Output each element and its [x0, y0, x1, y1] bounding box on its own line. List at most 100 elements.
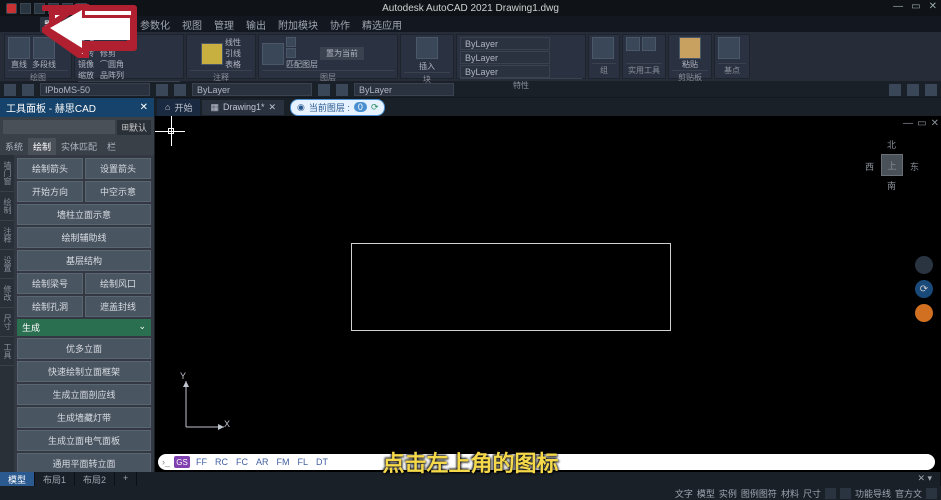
ptab-draw[interactable]: 绘制 — [28, 138, 56, 155]
btn-beam[interactable]: 绘制梁号 — [17, 273, 83, 294]
modify-array[interactable]: 品阵列 — [100, 70, 124, 81]
cmd-opt-ar[interactable]: AR — [254, 457, 271, 467]
cmd-opt-fc[interactable]: FC — [234, 457, 250, 467]
layer-on-icon[interactable] — [286, 37, 296, 47]
btn-base-struct[interactable]: 基层结构 — [17, 250, 151, 271]
layer-props-icon[interactable] — [262, 43, 284, 65]
status-material[interactable]: 材料 — [781, 487, 799, 500]
status-dim[interactable]: 尺寸 — [803, 487, 821, 500]
cmd-opt-fm[interactable]: FM — [275, 457, 292, 467]
tab-model[interactable]: 模型 — [0, 472, 35, 486]
maximize-icon[interactable]: ▭ — [911, 1, 920, 12]
modify-fillet[interactable]: ⌒圆角 — [100, 59, 124, 70]
side-anno[interactable]: 注释 — [0, 221, 14, 250]
btn-wall-elev[interactable]: 墙柱立面示意 — [17, 204, 151, 225]
tab-drawing1[interactable]: ▦ Drawing1* ✕ — [202, 100, 284, 115]
app-icon[interactable] — [6, 3, 17, 14]
side-wall[interactable]: 墙门窗 — [0, 155, 14, 192]
ptab-match[interactable]: 实体匹配 — [56, 138, 102, 155]
linetype-dropdown[interactable]: ByLayer — [460, 51, 550, 64]
layer-match[interactable]: 匹配图层 — [286, 59, 318, 70]
btn-gen-5[interactable]: 通用平面转立面 — [17, 453, 151, 474]
vp-max-icon[interactable]: ▭ — [917, 118, 926, 129]
drawing-viewport[interactable]: — ▭ ✕ X Y 北 南 东 西 — [155, 116, 941, 486]
table-label[interactable]: 表格 — [225, 59, 241, 70]
viewcube-top[interactable]: 上 — [881, 154, 903, 176]
close-icon[interactable]: ✕ — [929, 1, 937, 12]
tab-addins[interactable]: 附加模块 — [274, 17, 322, 32]
status-icon-3[interactable] — [926, 488, 937, 499]
lineweight-dropdown[interactable]: ByLayer — [460, 65, 550, 78]
cmd-opt-rc[interactable]: RC — [213, 457, 230, 467]
prop-icon-1[interactable] — [4, 84, 16, 96]
cmd-opt-dt[interactable]: DT — [314, 457, 330, 467]
floor-badge[interactable]: ◉ 当前图层 : 0 ⟳ — [290, 99, 385, 116]
minimize-icon[interactable]: — — [893, 1, 903, 12]
text-icon[interactable] — [201, 43, 223, 65]
refresh-icon[interactable]: ⟳ — [371, 102, 379, 113]
tab-add-icon[interactable]: + — [115, 472, 137, 486]
prop-icon-6[interactable] — [336, 84, 348, 96]
color-dropdown[interactable]: ByLayer — [460, 37, 550, 50]
status-icon-1[interactable] — [825, 488, 836, 499]
btn-dir-start[interactable]: 开始方向 — [17, 181, 83, 202]
nav-compass-icon[interactable]: ⟳ — [915, 280, 933, 298]
prop-end-3[interactable] — [925, 84, 937, 96]
side-mod[interactable]: 修改 — [0, 279, 14, 308]
side-tool[interactable]: 工具 — [0, 337, 14, 366]
vc-north[interactable]: 北 — [887, 138, 896, 151]
cmd-opt-ff[interactable]: FF — [194, 457, 209, 467]
status-model[interactable]: 模型 — [697, 487, 715, 500]
status-legend[interactable]: 图例图符 — [741, 487, 777, 500]
tab-view[interactable]: 视图 — [178, 17, 206, 32]
modify-scale[interactable]: 缩放 — [78, 70, 94, 81]
status-official[interactable]: 官方文 — [895, 487, 922, 500]
prop-icon-4[interactable] — [174, 84, 186, 96]
prop-end-1[interactable] — [889, 84, 901, 96]
prop-icon-5[interactable] — [318, 84, 330, 96]
side-dim[interactable]: 尺寸 — [0, 308, 14, 337]
color-dropdown-2[interactable]: ByLayer — [354, 83, 454, 96]
paste-icon[interactable] — [679, 37, 701, 59]
btn-vent[interactable]: 绘制风口 — [85, 273, 151, 294]
status-func[interactable]: 功能导线 — [855, 487, 891, 500]
nav-orbit-icon[interactable] — [915, 304, 933, 322]
calc-icon[interactable] — [642, 37, 656, 51]
status-inst[interactable]: 实例 — [719, 487, 737, 500]
tab-output[interactable]: 输出 — [242, 17, 270, 32]
btn-gen-0[interactable]: 优多立面 — [17, 338, 151, 359]
palette-close-icon[interactable]: ✕ — [140, 102, 148, 113]
btn-arrow-draw[interactable]: 绘制箭头 — [17, 158, 83, 179]
side-draw[interactable]: 绘制 — [0, 192, 14, 221]
tab-manage[interactable]: 管理 — [210, 17, 238, 32]
prop-icon-2[interactable] — [22, 84, 34, 96]
viewcube[interactable]: 北 南 东 西 上 — [863, 136, 921, 194]
vc-south[interactable]: 南 — [887, 179, 896, 192]
group-icon[interactable] — [592, 37, 614, 59]
line-icon[interactable] — [8, 37, 30, 59]
btn-aux-line[interactable]: 绘制辅助线 — [17, 227, 151, 248]
modify-mirror[interactable]: 镜像 — [78, 59, 94, 70]
ptab-col[interactable]: 栏 — [102, 138, 121, 155]
btn-gen-2[interactable]: 生成立面剖应线 — [17, 384, 151, 405]
vp-close-icon[interactable]: ✕ — [931, 118, 939, 129]
btn-hollow[interactable]: 中空示意 — [85, 181, 151, 202]
btn-cover[interactable]: 遮盖封线 — [85, 296, 151, 317]
tab-collaborate[interactable]: 协作 — [326, 17, 354, 32]
textstyle-dropdown[interactable]: IPboMS-50 — [40, 83, 150, 96]
status-icon-2[interactable] — [840, 488, 851, 499]
vp-min-icon[interactable]: — — [903, 118, 913, 129]
tab-featured[interactable]: 精选应用 — [358, 17, 406, 32]
tab-layout2[interactable]: 布局2 — [75, 472, 115, 486]
leader-label[interactable]: 引线 — [225, 48, 241, 59]
layer-freeze-icon[interactable] — [286, 48, 296, 58]
search-input[interactable] — [3, 120, 115, 134]
nav-pan-icon[interactable] — [915, 256, 933, 274]
tab-close-icon[interactable]: ✕ — [269, 102, 277, 113]
btn-arrow-set[interactable]: 设置箭头 — [85, 158, 151, 179]
cmd-gs-badge[interactable]: GS — [174, 456, 190, 468]
qat-new-icon[interactable] — [20, 3, 31, 14]
cmd-opt-fl[interactable]: FL — [296, 457, 311, 467]
status-text[interactable]: 文字 — [675, 487, 693, 500]
btn-gen-1[interactable]: 快速绘制立面框架 — [17, 361, 151, 382]
